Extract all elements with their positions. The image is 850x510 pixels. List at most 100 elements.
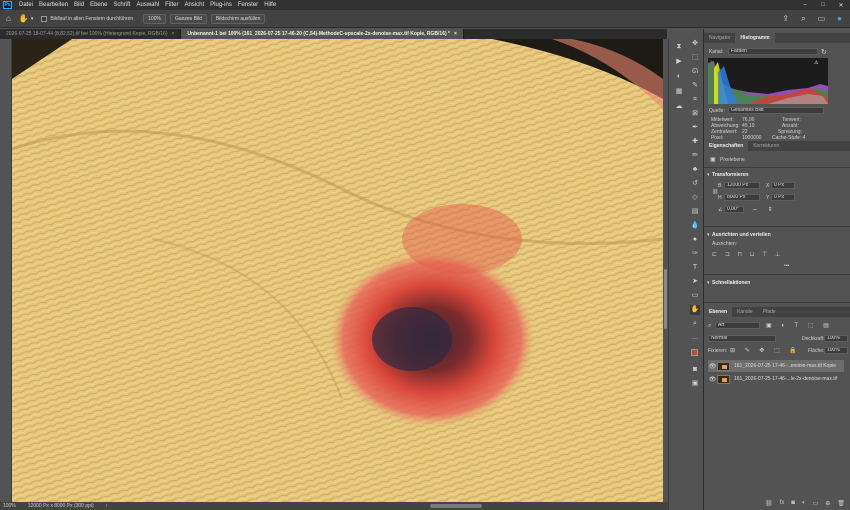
hand-tool-icon[interactable]: ✋	[19, 14, 29, 23]
channel-select[interactable]: Farben	[728, 48, 818, 55]
gradient-tool-icon[interactable]: ▤	[690, 207, 700, 217]
type-tool-icon[interactable]: T	[690, 263, 700, 273]
visibility-eye-icon[interactable]: 👁	[708, 363, 717, 370]
eyedropper-tool-icon[interactable]: ✒	[690, 123, 700, 133]
foreground-color-swatch[interactable]	[691, 349, 698, 356]
quick-actions-chevron-icon[interactable]: ▾	[707, 280, 710, 286]
path-select-tool-icon[interactable]: ➤	[690, 277, 700, 287]
tab-adjustments[interactable]: Korrekturen	[748, 141, 784, 151]
layer-row-copy[interactable]: 👁 161_2026-07-25 17-46-...enoise-max.tif…	[708, 360, 844, 372]
dodge-tool-icon[interactable]: ●	[690, 235, 700, 245]
delete-layer-icon[interactable]: 🗑	[837, 500, 845, 507]
refresh-histogram-icon[interactable]: ↻	[821, 48, 827, 56]
workspace-icon[interactable]: ▭	[818, 14, 826, 24]
tab-histogram[interactable]: Histogramm	[735, 33, 775, 43]
blur-tool-icon[interactable]: 💧	[690, 221, 700, 231]
account-icon[interactable]: ●	[837, 14, 842, 24]
quick-select-tool-icon[interactable]: ✎	[690, 81, 700, 91]
blend-mode-select[interactable]: Normal	[708, 335, 776, 342]
link-layers-icon[interactable]: ⛓	[765, 500, 773, 507]
scroll-thumb[interactable]	[664, 269, 667, 329]
horizontal-scrollbar[interactable]	[430, 504, 482, 508]
zoom-level[interactable]: 100%	[3, 503, 16, 509]
source-select[interactable]: Gesamtes Bild	[728, 107, 824, 114]
swatches-panel-icon[interactable]: ▦	[674, 87, 684, 97]
align-more[interactable]: •••	[784, 263, 789, 269]
transform-chevron-icon[interactable]: ▾	[707, 172, 710, 178]
fill-screen-button[interactable]: Bildschirm ausfüllen	[210, 13, 266, 24]
tab-properties[interactable]: Eigenschaften	[704, 141, 749, 151]
tab-close-icon[interactable]: ×	[454, 29, 457, 39]
actions-panel-icon[interactable]: ▶	[674, 57, 684, 67]
tab-document-1[interactable]: 2026-07-25 18-07-44 (8,82,52).tif bei 10…	[0, 29, 182, 39]
align-chevron-icon[interactable]: ▾	[707, 232, 710, 238]
color-panel-icon[interactable]: ◐	[674, 72, 684, 82]
maximize-icon[interactable]: □	[814, 2, 832, 9]
close-window-icon[interactable]: ✕	[832, 2, 850, 9]
search-icon[interactable]: ⌕	[801, 14, 805, 24]
adjustment-layer-icon[interactable]: ◐	[802, 500, 806, 506]
history-brush-tool-icon[interactable]: ↺	[690, 179, 700, 189]
layer-name[interactable]: 161_2026-07-25 17-46-...le-2x-denoise-ma…	[734, 376, 837, 382]
angle-field[interactable]: 0,00°	[724, 206, 744, 213]
tab-close-icon[interactable]: ×	[171, 29, 174, 39]
clone-stamp-tool-icon[interactable]: ♣	[690, 165, 700, 175]
tab-channels[interactable]: Kanäle	[732, 307, 758, 317]
menu-fenster[interactable]: Fenster	[235, 2, 261, 8]
menu-plugins[interactable]: Plug-ins	[207, 2, 235, 8]
fill-field[interactable]: 100%	[824, 347, 848, 354]
lasso-tool-icon[interactable]: ᘏ	[690, 67, 700, 77]
document-canvas[interactable]	[12, 39, 663, 502]
add-mask-icon[interactable]: ◙	[791, 500, 795, 506]
new-group-icon[interactable]: ▭	[813, 500, 819, 507]
zoom-100-button[interactable]: 100%	[143, 13, 166, 24]
menu-bearbeiten[interactable]: Bearbeiten	[36, 2, 71, 8]
rectangle-tool-icon[interactable]: ▭	[690, 291, 700, 301]
visibility-eye-icon[interactable]: 👁	[708, 376, 717, 383]
menu-ebene[interactable]: Ebene	[87, 2, 110, 8]
fit-screen-button[interactable]: Ganzes Bild	[169, 13, 207, 24]
tool-preset-chevron-icon[interactable]: ▾	[31, 16, 34, 22]
height-field[interactable]: 8000 Px	[724, 194, 760, 201]
new-layer-icon[interactable]: ⊕	[825, 500, 830, 507]
crop-tool-icon[interactable]: ⌗	[690, 95, 700, 105]
layer-name[interactable]: 161_2026-07-25 17-46-...enoise-max.tif K…	[734, 363, 836, 369]
menu-datei[interactable]: Datei	[16, 2, 36, 8]
move-tool-icon[interactable]: ✥	[690, 39, 700, 49]
frame-tool-icon[interactable]: ⊠	[690, 109, 700, 119]
scroll-all-checkbox[interactable]	[41, 15, 48, 22]
quick-mask-icon[interactable]: ◙	[690, 365, 700, 375]
tab-document-2[interactable]: Unbenannt-1 bei 100% (161_2026-07-25 17-…	[181, 29, 464, 39]
brush-tool-icon[interactable]: ✏	[690, 151, 700, 161]
status-chevron-icon[interactable]: ›	[106, 503, 108, 509]
home-icon[interactable]: ⌂	[6, 14, 11, 23]
screen-mode-icon[interactable]: ▣	[690, 379, 700, 389]
libraries-panel-icon[interactable]: ☁	[674, 102, 684, 112]
zoom-tool-icon[interactable]: ⌕	[690, 319, 700, 329]
healing-brush-tool-icon[interactable]: ✚	[690, 137, 700, 147]
flip-icons[interactable]: ⇔ ⇕	[752, 206, 777, 213]
menu-ansicht[interactable]: Ansicht	[181, 2, 207, 8]
width-field[interactable]: 12000 Px	[724, 182, 760, 189]
filter-type-icons[interactable]: ▣ ◐ T ⬚ ▤	[766, 322, 833, 329]
layer-row-original[interactable]: 👁 161_2026-07-25 17-46-...le-2x-denoise-…	[708, 373, 844, 385]
share-icon[interactable]: ⇪	[782, 14, 789, 24]
tab-paths[interactable]: Pfade	[758, 307, 781, 317]
hand-tool-icon[interactable]: ✋	[690, 305, 700, 315]
lock-icons[interactable]: ⊞ ✎ ✥ ⬚ 🔒	[730, 347, 801, 354]
menu-filter[interactable]: Filter	[162, 2, 181, 8]
marquee-tool-icon[interactable]: ⬚	[690, 53, 700, 63]
minimize-icon[interactable]: –	[796, 2, 814, 9]
layer-filter-select[interactable]: Art	[715, 322, 760, 329]
menu-auswahl[interactable]: Auswahl	[133, 2, 162, 8]
align-buttons-icons[interactable]: ⊏ ⊐ ⊓ ⊔ ⊤ ⊥	[712, 251, 783, 258]
y-field[interactable]: 0 Px	[771, 194, 795, 201]
history-panel-icon[interactable]: ⧗	[674, 42, 684, 52]
pen-tool-icon[interactable]: ✑	[690, 249, 700, 259]
tab-layers[interactable]: Ebenen	[704, 307, 733, 317]
tab-navigator[interactable]: Navigator	[704, 33, 735, 43]
eraser-tool-icon[interactable]: ◇	[690, 193, 700, 203]
cache-warning-icon[interactable]: ⚠	[814, 60, 818, 66]
x-field[interactable]: 0 Px	[771, 182, 795, 189]
menu-hilfe[interactable]: Hilfe	[261, 2, 279, 8]
